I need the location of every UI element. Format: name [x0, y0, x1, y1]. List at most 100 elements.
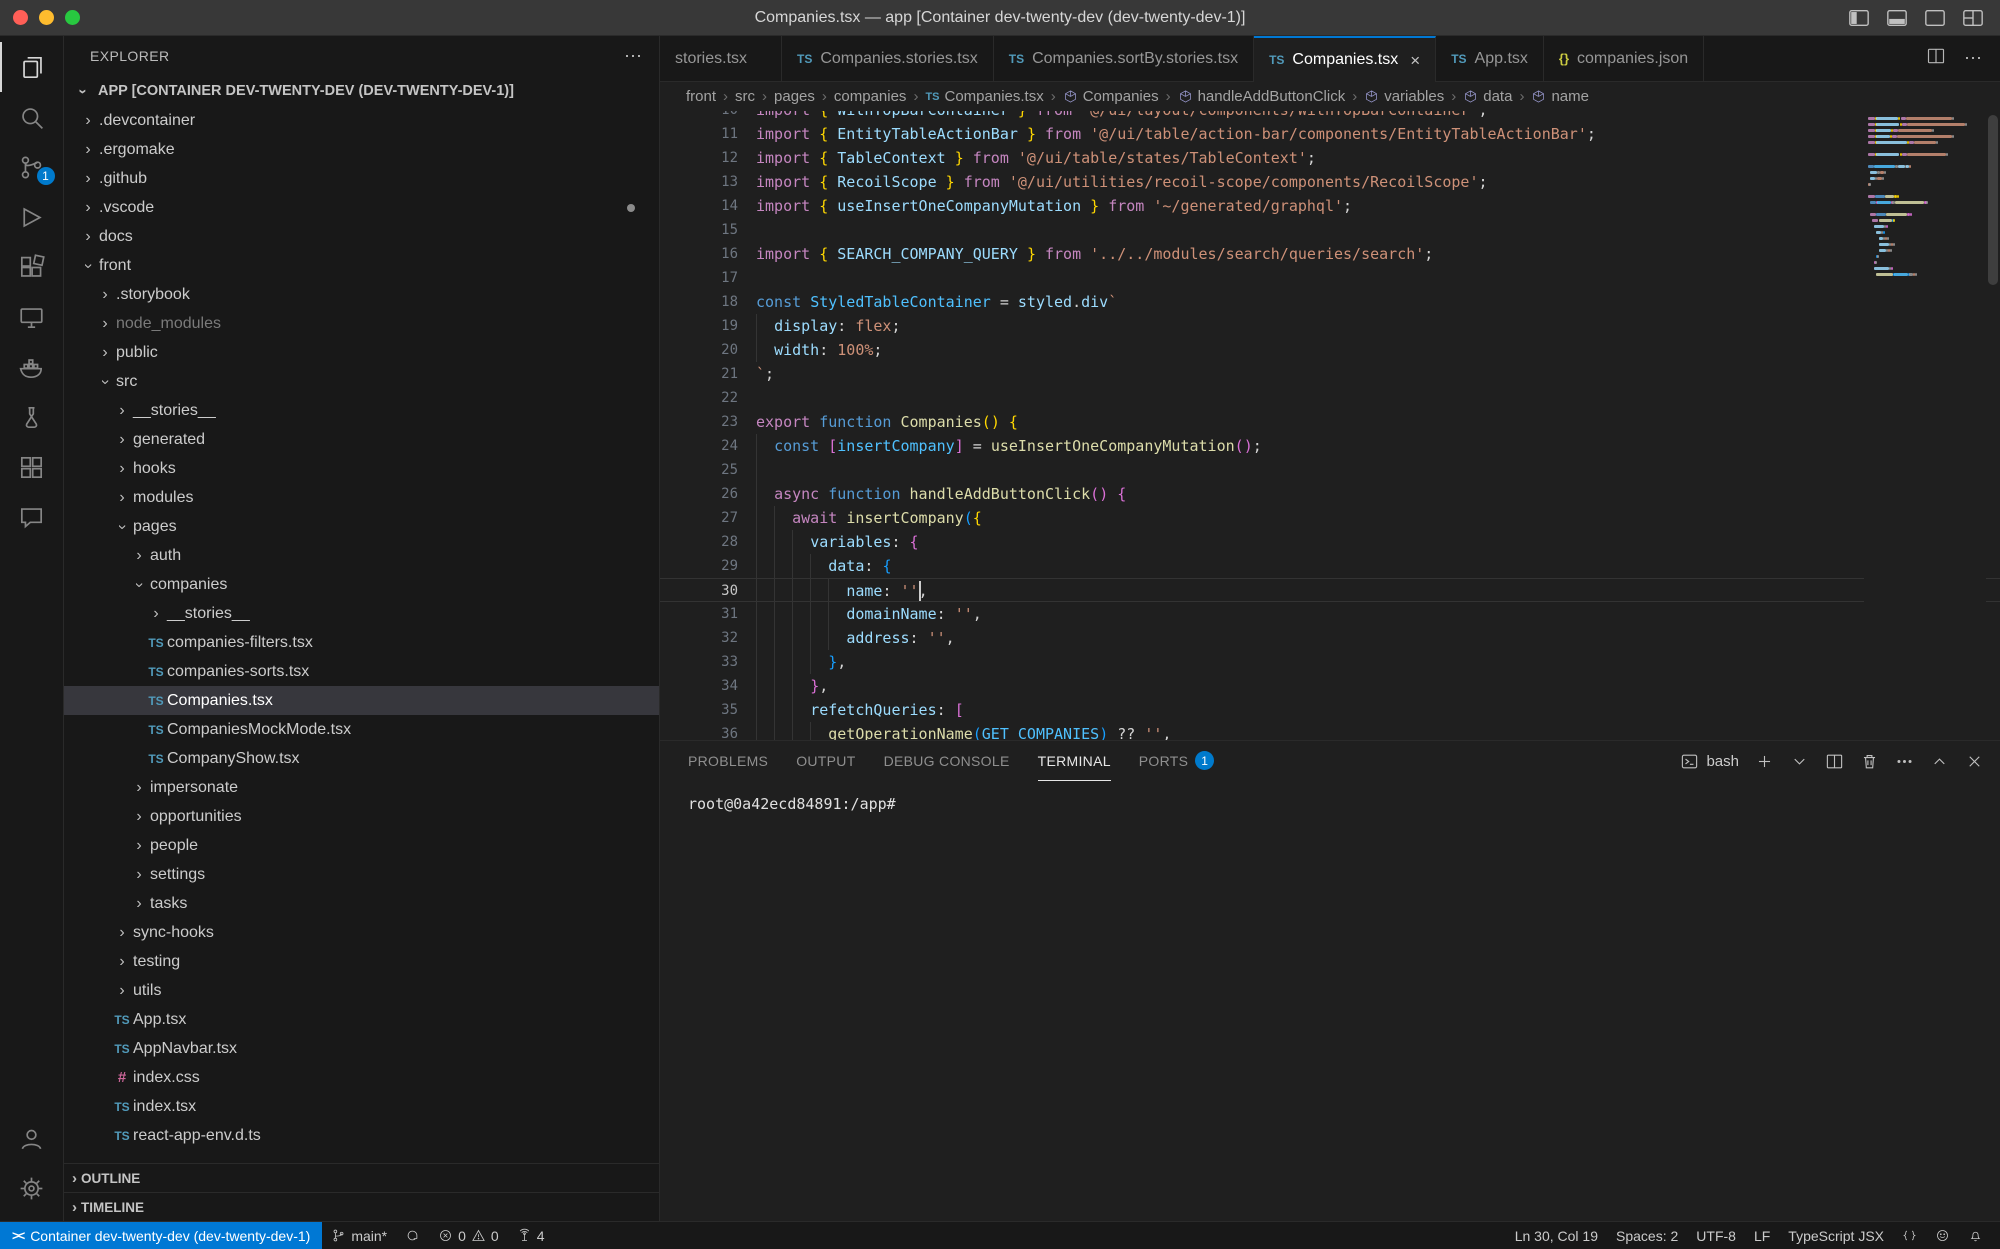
- code-line-24[interactable]: 24 const [insertCompany] = useInsertOneC…: [660, 434, 2000, 458]
- tree-item-public[interactable]: ›public: [64, 338, 659, 367]
- breadcrumb-item-companies[interactable]: Companies: [1063, 88, 1159, 105]
- code-line-10[interactable]: 10import { WithTopBarContainer } from '@…: [660, 111, 2000, 122]
- code-line-16[interactable]: 16import { SEARCH_COMPANY_QUERY } from '…: [660, 242, 2000, 266]
- code-line-13[interactable]: 13import { RecoilScope } from '@/ui/util…: [660, 170, 2000, 194]
- code-line-29[interactable]: 29 data: {: [660, 554, 2000, 578]
- new-terminal-icon[interactable]: [1755, 752, 1774, 771]
- explorer-more-actions-icon[interactable]: ⋯: [624, 46, 643, 67]
- code-line-22[interactable]: 22: [660, 386, 2000, 410]
- language-status[interactable]: [1893, 1222, 1926, 1249]
- code-line-33[interactable]: 33 },: [660, 650, 2000, 674]
- chat-icon[interactable]: [0, 492, 64, 542]
- toggle-panel-icon[interactable]: [1886, 7, 1908, 29]
- code-line-32[interactable]: 32 address: '',: [660, 626, 2000, 650]
- toggle-primary-sidebar-icon[interactable]: [1848, 7, 1870, 29]
- breadcrumb-item-variables[interactable]: variables: [1364, 88, 1444, 105]
- remote-indicator[interactable]: >< Container dev-twenty-dev (dev-twenty-…: [0, 1222, 322, 1249]
- grid-icon[interactable]: [0, 442, 64, 492]
- tab-companies-tsx[interactable]: TSCompanies.tsx×: [1254, 36, 1436, 82]
- tree-item-modules[interactable]: ›modules: [64, 483, 659, 512]
- tree-item-companies[interactable]: ›companies: [64, 570, 659, 599]
- code-editor[interactable]: 10import { WithTopBarContainer } from '@…: [660, 111, 2000, 740]
- code-line-14[interactable]: 14import { useInsertOneCompanyMutation }…: [660, 194, 2000, 218]
- search-icon[interactable]: [0, 92, 64, 142]
- code-line-35[interactable]: 35 refetchQueries: [: [660, 698, 2000, 722]
- tree-item-index-css[interactable]: #index.css: [64, 1063, 659, 1092]
- close-window-button[interactable]: [13, 10, 28, 25]
- terminal-dropdown-icon[interactable]: [1790, 752, 1809, 771]
- tree-item-companyshow-tsx[interactable]: TSCompanyShow.tsx: [64, 744, 659, 773]
- encoding-status[interactable]: UTF-8: [1687, 1222, 1745, 1249]
- tree-item-generated[interactable]: ›generated: [64, 425, 659, 454]
- tree-item-impersonate[interactable]: ›impersonate: [64, 773, 659, 802]
- tree-item--github[interactable]: ›.github: [64, 164, 659, 193]
- sync-status[interactable]: [396, 1222, 429, 1249]
- toggle-secondary-sidebar-icon[interactable]: [1924, 7, 1946, 29]
- code-line-28[interactable]: 28 variables: {: [660, 530, 2000, 554]
- tree-item--stories-[interactable]: ›__stories__: [64, 396, 659, 425]
- beaker-icon[interactable]: [0, 392, 64, 442]
- panel-tab-output[interactable]: OUTPUT: [796, 741, 855, 781]
- tree-item--vscode[interactable]: ›.vscode: [64, 193, 659, 222]
- tree-item-docs[interactable]: ›docs: [64, 222, 659, 251]
- tree-item-src[interactable]: ›src: [64, 367, 659, 396]
- eol-status[interactable]: LF: [1745, 1222, 1779, 1249]
- settings-gear-icon[interactable]: [0, 1163, 64, 1213]
- code-line-26[interactable]: 26 async function handleAddButtonClick()…: [660, 482, 2000, 506]
- code-line-20[interactable]: 20 width: 100%;: [660, 338, 2000, 362]
- extensions-icon[interactable]: [0, 242, 64, 292]
- tree-item-auth[interactable]: ›auth: [64, 541, 659, 570]
- breadcrumb-item-companies-tsx[interactable]: TSCompanies.tsx: [925, 88, 1043, 105]
- breadcrumb-item-front[interactable]: front: [686, 88, 716, 105]
- panel-tab-terminal[interactable]: TERMINAL: [1038, 741, 1111, 781]
- code-line-31[interactable]: 31 domainName: '',: [660, 602, 2000, 626]
- tab-companies-json[interactable]: {}companies.json: [1544, 36, 1704, 81]
- code-line-12[interactable]: 12import { TableContext } from '@/ui/tab…: [660, 146, 2000, 170]
- terminal-output[interactable]: root@0a42ecd84891:/app#: [660, 781, 2000, 813]
- code-line-19[interactable]: 19 display: flex;: [660, 314, 2000, 338]
- tree-item-companies-sorts-tsx[interactable]: TScompanies-sorts.tsx: [64, 657, 659, 686]
- tree-item-people[interactable]: ›people: [64, 831, 659, 860]
- minimap[interactable]: [1864, 111, 1986, 740]
- breadcrumb-item-src[interactable]: src: [735, 88, 755, 105]
- tree-item--devcontainer[interactable]: ›.devcontainer: [64, 106, 659, 135]
- code-line-15[interactable]: 15: [660, 218, 2000, 242]
- tree-item-testing[interactable]: ›testing: [64, 947, 659, 976]
- tree-item-index-tsx[interactable]: TSindex.tsx: [64, 1092, 659, 1121]
- maximize-panel-icon[interactable]: [1930, 752, 1949, 771]
- minimize-window-button[interactable]: [39, 10, 54, 25]
- tree-item--stories-[interactable]: ›__stories__: [64, 599, 659, 628]
- workspace-section-header[interactable]: › APP [CONTAINER DEV-TWENTY-DEV (DEV-TWE…: [64, 76, 659, 106]
- code-line-11[interactable]: 11import { EntityTableActionBar } from '…: [660, 122, 2000, 146]
- remote-explorer-icon[interactable]: [0, 292, 64, 342]
- split-terminal-icon[interactable]: [1825, 752, 1844, 771]
- tree-item-settings[interactable]: ›settings: [64, 860, 659, 889]
- language-mode-status[interactable]: TypeScript JSX: [1779, 1222, 1893, 1249]
- customize-layout-icon[interactable]: [1962, 7, 1984, 29]
- tree-item-pages[interactable]: ›pages: [64, 512, 659, 541]
- tree-item-tasks[interactable]: ›tasks: [64, 889, 659, 918]
- panel-more-actions-icon[interactable]: [1895, 752, 1914, 771]
- code-line-18[interactable]: 18const StyledTableContainer = styled.di…: [660, 290, 2000, 314]
- panel-tab-problems[interactable]: PROBLEMS: [688, 741, 768, 781]
- code-line-23[interactable]: 23export function Companies() {: [660, 410, 2000, 434]
- breadcrumb-item-pages[interactable]: pages: [774, 88, 815, 105]
- close-panel-icon[interactable]: [1965, 752, 1984, 771]
- tree-item-companies-tsx[interactable]: TSCompanies.tsx: [64, 686, 659, 715]
- tree-item-hooks[interactable]: ›hooks: [64, 454, 659, 483]
- code-line-17[interactable]: 17: [660, 266, 2000, 290]
- docker-icon[interactable]: [0, 342, 64, 392]
- explorer-icon[interactable]: [0, 42, 64, 92]
- tree-item-sync-hooks[interactable]: ›sync-hooks: [64, 918, 659, 947]
- feedback-status[interactable]: [1926, 1222, 1959, 1249]
- code-line-30[interactable]: 30 name: '',: [660, 578, 2000, 602]
- terminal-profile[interactable]: bash: [1680, 752, 1739, 771]
- code-line-25[interactable]: 25: [660, 458, 2000, 482]
- editor-scrollbar[interactable]: [1986, 111, 2000, 740]
- indentation-status[interactable]: Spaces: 2: [1607, 1222, 1687, 1249]
- tree-item-companiesmockmode-tsx[interactable]: TSCompaniesMockMode.tsx: [64, 715, 659, 744]
- split-editor-icon[interactable]: [1926, 46, 1946, 71]
- tab-stories-tsx[interactable]: stories.tsx: [660, 36, 782, 81]
- code-line-21[interactable]: 21`;: [660, 362, 2000, 386]
- panel-tab-ports[interactable]: PORTS1: [1139, 741, 1214, 781]
